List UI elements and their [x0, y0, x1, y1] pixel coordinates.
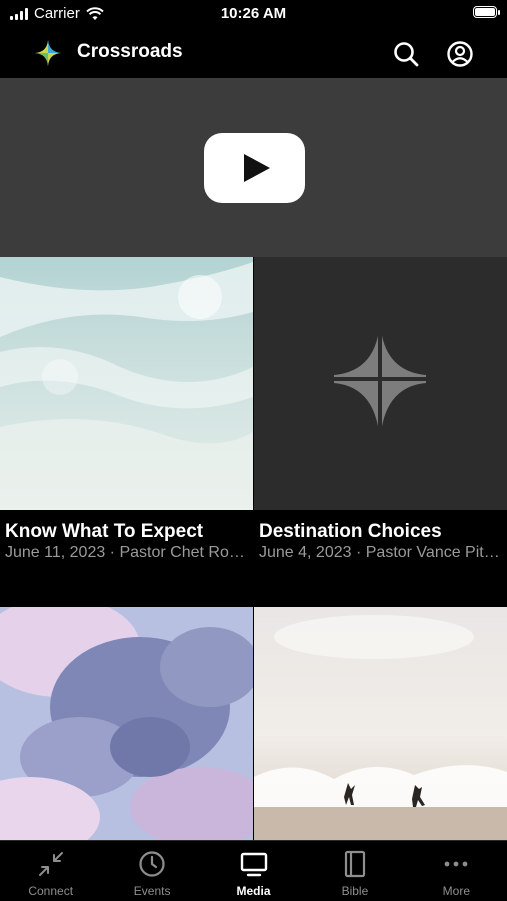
- tab-label: More: [442, 884, 470, 898]
- clouds-thumbnail: [0, 607, 253, 840]
- featured-video[interactable]: [0, 78, 507, 257]
- tab-label: Events: [133, 884, 171, 898]
- account-icon[interactable]: [446, 40, 474, 68]
- tab-bible[interactable]: Bible: [304, 841, 405, 901]
- app-title: Crossroads: [77, 41, 183, 62]
- tab-more[interactable]: More: [406, 841, 507, 901]
- more-icon: [444, 861, 468, 867]
- status-bar: Carrier 10:26 AM: [0, 0, 507, 28]
- tab-label: Connect: [28, 884, 74, 898]
- tab-events[interactable]: Events: [101, 841, 202, 901]
- battery-icon: [473, 6, 500, 18]
- tab-label: Media: [236, 884, 271, 898]
- bible-icon: [344, 850, 366, 878]
- media-meta: June 11, 2023 · Pastor Chet Roberts: [5, 544, 248, 561]
- tab-bar: Connect Events Media Bible More: [0, 840, 507, 901]
- media-card-know-what-to-expect[interactable]: Know What To Expect June 11, 2023 · Past…: [0, 257, 253, 607]
- media-card-destination-choices[interactable]: Destination Choices June 4, 2023 · Pasto…: [254, 257, 507, 607]
- tab-connect[interactable]: Connect: [0, 841, 101, 901]
- search-icon[interactable]: [392, 40, 420, 68]
- connect-icon: [38, 852, 63, 876]
- app-bar: Crossroads: [0, 28, 507, 78]
- crossroads-placeholder-icon: [334, 319, 426, 445]
- media-title: Destination Choices: [259, 521, 442, 542]
- clock-icon: [139, 851, 165, 877]
- tab-label: Bible: [341, 884, 369, 898]
- tab-media[interactable]: Media: [203, 841, 304, 901]
- placeholder-thumbnail: [254, 257, 507, 510]
- beach-surf-thumbnail: [254, 607, 507, 840]
- youtube-play-icon[interactable]: [204, 133, 305, 203]
- media-card-beach[interactable]: [254, 607, 507, 840]
- media-meta: June 4, 2023 · Pastor Vance Pitman: [259, 544, 502, 561]
- status-time: 10:26 AM: [220, 5, 287, 22]
- media-card-clouds[interactable]: [0, 607, 253, 840]
- crossroads-logo-icon: [35, 40, 61, 66]
- tv-icon: [240, 852, 267, 877]
- media-title: Know What To Expect: [5, 521, 204, 542]
- ocean-waves-thumbnail: [0, 257, 253, 510]
